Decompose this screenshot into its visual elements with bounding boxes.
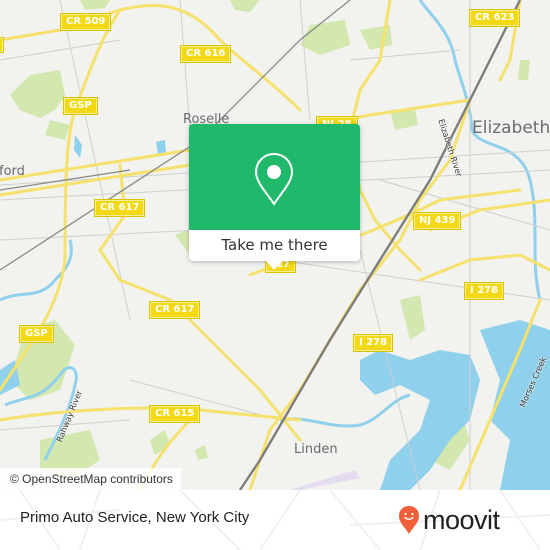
road-shield-gsp: GSP: [63, 97, 98, 115]
popup-header: [189, 124, 360, 230]
map-attribution[interactable]: © OpenStreetMap contributors: [0, 468, 181, 490]
map-view[interactable]: CR 509 CR 616 CR 623 GSP NJ 28 CR 617 NJ…: [0, 0, 550, 490]
moovit-logo[interactable]: moovit: [398, 504, 500, 536]
airport-area: [290, 470, 360, 490]
place-label-elizabeth: Elizabeth: [472, 118, 550, 138]
road-shield-edge: [0, 37, 4, 53]
road-shield-cr616: CR 616: [179, 45, 232, 63]
place-label-linden: Linden: [294, 442, 338, 457]
popup-pointer: [266, 261, 282, 270]
road-shield-cr623: CR 623: [468, 9, 521, 27]
road-shield-nj439: NJ 439: [412, 212, 462, 230]
road-shield-cr617: CR 617: [148, 301, 201, 319]
road-shield-i278: I 278: [352, 334, 394, 352]
moovit-pin-icon: [399, 506, 419, 534]
footer-bar: Primo Auto Service, New York City moovit: [0, 490, 550, 550]
road-shield-i278: I 278: [463, 282, 505, 300]
place-label-cranford: ford: [0, 164, 25, 179]
road-shield-cr509: CR 509: [59, 13, 112, 31]
moovit-wordmark: moovit: [423, 504, 500, 535]
road-shield-gsp: GSP: [19, 325, 54, 343]
map-pin-icon: [254, 152, 294, 206]
road-shield-cr617: CR 617: [93, 199, 146, 217]
road-shield-cr615: CR 615: [148, 405, 201, 423]
location-popup: Take me there: [189, 124, 360, 270]
take-me-there-button[interactable]: Take me there: [189, 230, 360, 261]
place-title: Primo Auto Service, New York City: [20, 509, 250, 526]
